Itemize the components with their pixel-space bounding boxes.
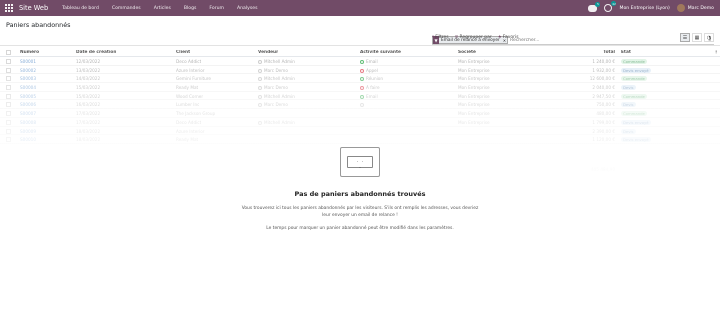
main-menu: Tableau de bord Commandes Articles Blogs… xyxy=(62,6,257,11)
chat-icon[interactable]: 5 xyxy=(588,1,601,12)
empty-cart-illustration: · · – xyxy=(340,147,380,177)
layers-icon: ≡ xyxy=(454,35,459,40)
empty-state: · · – Pas de paniers abandonnés trouvés V… xyxy=(240,147,480,232)
groupby-button[interactable]: ≡Regrouper par xyxy=(455,35,492,40)
page-title: Paniers abandonnés xyxy=(6,21,71,29)
favorites-button[interactable]: ★Favoris xyxy=(498,35,519,40)
view-switcher: ☰ ▦ ◔ xyxy=(680,33,714,42)
company-switcher[interactable]: Mon Entreprise (Lyon) xyxy=(619,6,669,11)
menu-item-blogs[interactable]: Blogs xyxy=(184,6,197,11)
app-brand[interactable]: Site Web xyxy=(19,4,48,12)
filters-label: Filtres xyxy=(435,35,449,40)
chat-badge: 5 xyxy=(595,1,601,7)
list-view-icon[interactable]: ☰ xyxy=(680,33,690,42)
menu-item-forum[interactable]: Forum xyxy=(209,6,224,11)
groupby-label: Regrouper par xyxy=(459,35,492,40)
menu-item-dashboard[interactable]: Tableau de bord xyxy=(62,6,99,11)
menu-item-analyses[interactable]: Analyses xyxy=(237,6,257,11)
empty-text-settings: Le temps pour marquer un panier abandonn… xyxy=(266,226,454,232)
star-icon: ★ xyxy=(497,35,502,40)
control-panel: Paniers abandonnés ▼ Email de relance à … xyxy=(0,16,720,46)
empty-title: Pas de paniers abandonnés trouvés xyxy=(294,190,426,198)
menu-item-orders[interactable]: Commandes xyxy=(112,6,141,11)
user-menu[interactable]: Marc Demo xyxy=(676,4,714,12)
activity-icon[interactable]: 42 xyxy=(604,1,617,12)
search-input[interactable] xyxy=(508,36,706,44)
user-name: Marc Demo xyxy=(687,5,714,11)
favorites-label: Favoris xyxy=(502,35,519,40)
app-menu-icon[interactable] xyxy=(5,4,14,13)
funnel-icon: ▾ xyxy=(432,35,435,40)
search-options: ▾Filtres ≡Regrouper par ★Favoris xyxy=(432,35,519,40)
activity-view-icon[interactable]: ◔ xyxy=(704,33,714,42)
filters-button[interactable]: ▾Filtres xyxy=(432,35,449,40)
systray: 5 42 Mon Entreprise (Lyon) Marc Demo xyxy=(588,0,714,16)
activity-badge: 42 xyxy=(611,1,617,6)
kanban-view-icon[interactable]: ▦ xyxy=(692,33,702,42)
menu-item-products[interactable]: Articles xyxy=(154,6,171,11)
avatar xyxy=(676,4,685,12)
top-navbar: Site Web Tableau de bord Commandes Artic… xyxy=(0,0,720,16)
empty-text: Vous trouverez ici tous les paniers aban… xyxy=(241,206,479,219)
